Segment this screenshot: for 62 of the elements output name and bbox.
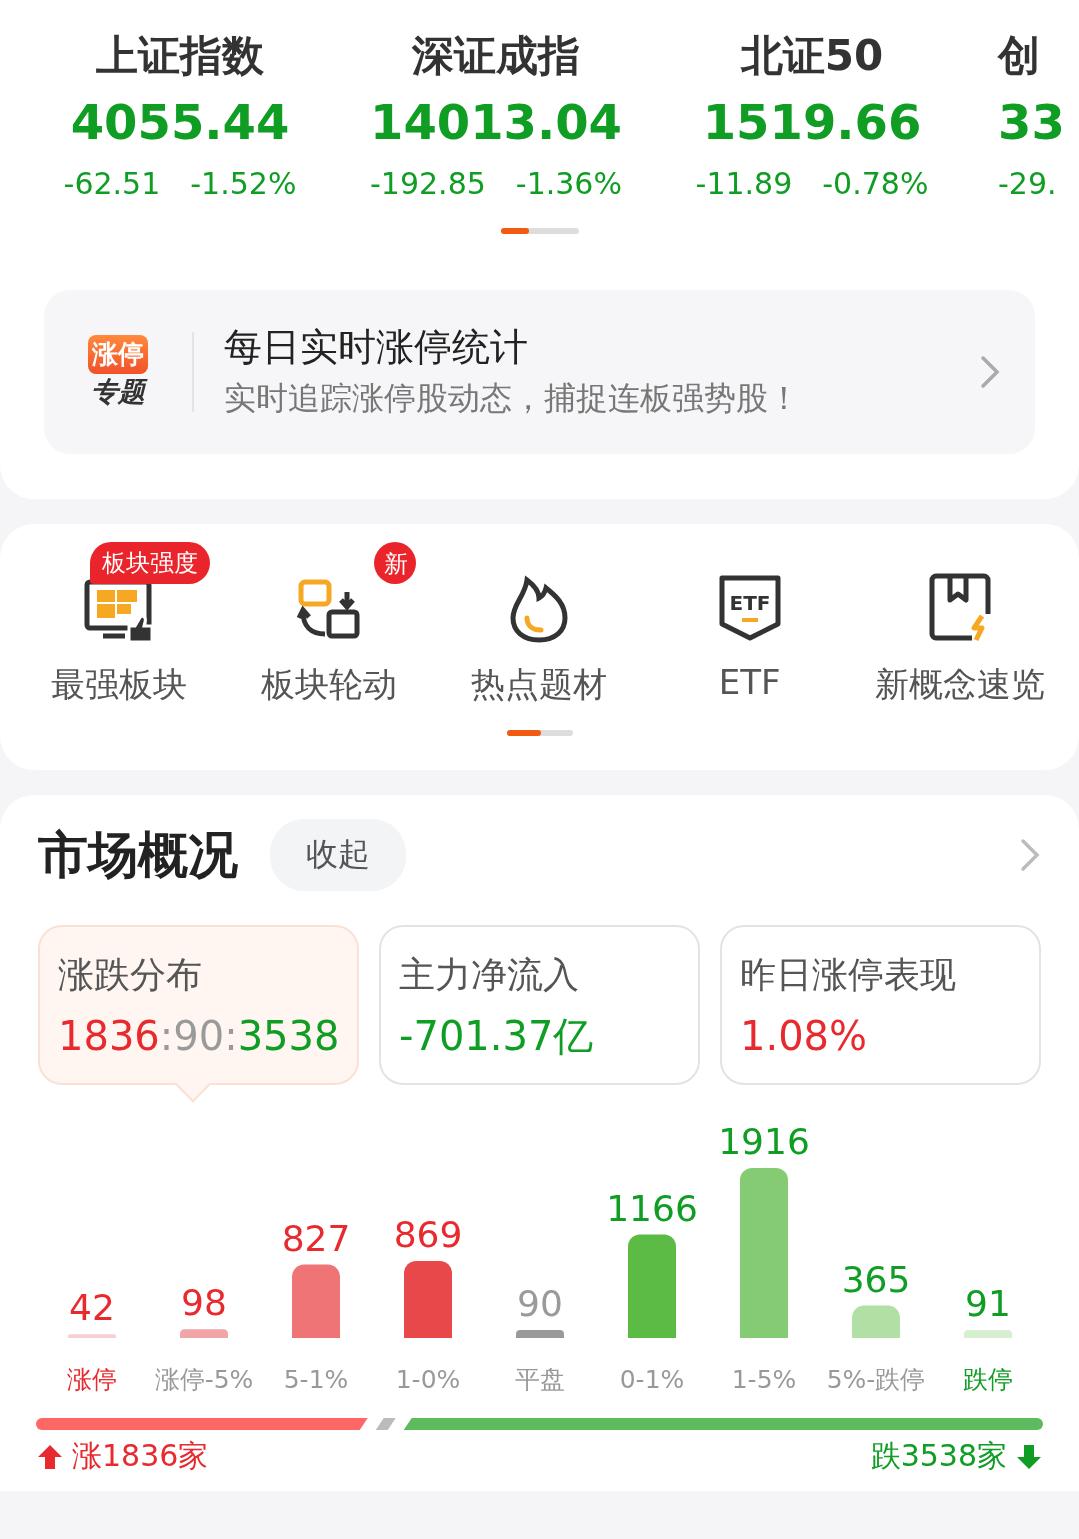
- index-percent: -1.36%: [515, 165, 622, 203]
- promo-title: 每日实时涨停统计: [224, 324, 529, 371]
- arrow-down-icon: [1015, 1442, 1043, 1471]
- index-percent: -1.52%: [190, 165, 297, 203]
- ratio-segment: [375, 1418, 396, 1430]
- index-percent: -0.78%: [822, 165, 929, 203]
- bar-value: 42: [69, 1287, 115, 1329]
- chevron-right-icon: [1019, 837, 1041, 873]
- index-value: 4055.44: [70, 93, 290, 152]
- category-label: 涨停-5%: [154, 1365, 254, 1394]
- stat-title: 涨跌分布: [58, 953, 203, 997]
- index-name: 北证50: [740, 30, 884, 82]
- stat-value: 1.08%: [740, 1012, 869, 1061]
- category-label: 1-5%: [731, 1365, 797, 1394]
- category-label: 1-0%: [395, 1365, 461, 1394]
- bar-value: 365: [841, 1258, 911, 1300]
- bar-value: 91: [965, 1282, 1011, 1324]
- stat-value: -701.37亿: [399, 1012, 595, 1061]
- category-label: 平盘: [515, 1365, 565, 1394]
- index-change: -11.89: [695, 165, 793, 203]
- index-change: -192.85: [370, 165, 486, 203]
- index-name: 创: [998, 30, 1040, 82]
- promo-card[interactable]: 涨停 专题 每日实时涨停统计 实时追踪涨停股动态，捕捉连板强势股！: [44, 290, 1035, 454]
- bar-value: 869: [393, 1213, 463, 1255]
- category-label: 跌停: [963, 1365, 1013, 1394]
- down-count: 跌3538家: [870, 1437, 1007, 1475]
- index-name: 上证指数: [96, 30, 264, 82]
- bar-value: 1166: [606, 1187, 698, 1229]
- bar-value: 827: [281, 1217, 351, 1259]
- index-value: 1519.66: [702, 93, 922, 152]
- badge: 板块强度: [90, 542, 210, 584]
- shortcut-label[interactable]: 热点题材: [471, 662, 608, 708]
- badge: 新: [374, 542, 417, 584]
- promo-subtitle: 实时追踪涨停股动态，捕捉连板强势股！: [224, 378, 801, 419]
- index-value: 33: [998, 93, 1065, 152]
- stat-card[interactable]: 主力净流入 -701.37亿: [379, 925, 700, 1085]
- shortcut-label[interactable]: 新概念速览: [874, 662, 1045, 708]
- index-change: -29.: [998, 165, 1057, 203]
- shortcut-label[interactable]: 板块轮动: [261, 662, 398, 708]
- category-label: 5-1%: [283, 1365, 349, 1394]
- stat-value: 1836:90:3538: [58, 1012, 339, 1061]
- up-count: 涨1836家: [72, 1437, 209, 1475]
- bar-value: 1916: [718, 1123, 810, 1162]
- stat-card[interactable]: 昨日涨停表现 1.08%: [720, 925, 1041, 1085]
- category-label: 5%-跌停: [826, 1365, 926, 1394]
- page-indicator: [506, 730, 573, 736]
- bar-value: 98: [181, 1282, 227, 1324]
- index-name: 深证成指: [412, 30, 580, 82]
- stat-title: 主力净流入: [399, 953, 580, 997]
- shortcut-label[interactable]: 最强板块: [51, 662, 188, 708]
- index-value: 14013.04: [370, 93, 622, 152]
- stat-title: 昨日涨停表现: [740, 953, 957, 997]
- index-change: -62.51: [63, 165, 161, 203]
- category-label: 涨停: [67, 1365, 117, 1394]
- bar-value: 90: [517, 1283, 563, 1324]
- category-label: 0-1%: [619, 1365, 685, 1394]
- topic-badge: 涨停: [88, 334, 148, 374]
- section-title: 市场概况: [38, 824, 238, 886]
- shortcut-label[interactable]: ETF: [718, 662, 781, 702]
- chevron-right-icon: [979, 354, 1001, 390]
- arrow-up-icon: [36, 1442, 64, 1471]
- collapse-button[interactable]: 收起: [270, 819, 406, 891]
